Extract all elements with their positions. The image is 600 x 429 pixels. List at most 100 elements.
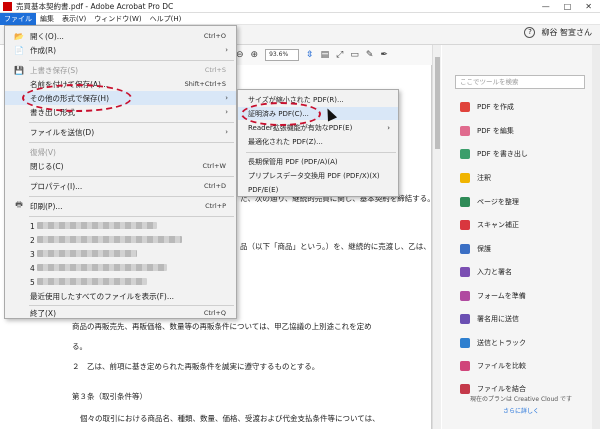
save-icon: 💾 bbox=[14, 65, 24, 75]
menu-window[interactable]: ウィンドウ(W) bbox=[90, 13, 145, 25]
comment-icon[interactable]: ▭ bbox=[350, 50, 359, 60]
recent-file-3[interactable]: 3 bbox=[5, 247, 236, 261]
chevron-right-icon: › bbox=[225, 94, 228, 102]
recent-file-2[interactable]: 2 bbox=[5, 233, 236, 247]
sign-icon[interactable]: ✒ bbox=[380, 50, 388, 60]
tool-item[interactable]: 送信とトラック bbox=[460, 338, 526, 348]
tool-label: スキャン補正 bbox=[477, 221, 519, 229]
tool-search-input[interactable]: ここでツールを検索 bbox=[455, 75, 585, 89]
tool-item[interactable]: ページを整理 bbox=[460, 197, 519, 207]
close-button[interactable]: ✕ bbox=[585, 2, 592, 11]
chevron-right-icon: › bbox=[225, 46, 228, 54]
menu-view[interactable]: 表示(V) bbox=[58, 13, 90, 25]
tool-label: 署名用に送信 bbox=[477, 315, 519, 323]
recent-file-4[interactable]: 4 bbox=[5, 261, 236, 275]
tool-label: ページを整理 bbox=[477, 198, 519, 206]
page-toolbar: ⊖ ⊕ 93.6% ⇳ ▤ ⤢ ▭ ✎ ✒ bbox=[236, 45, 441, 65]
menu-help[interactable]: ヘルプ(H) bbox=[146, 13, 186, 25]
tool-icon bbox=[460, 267, 470, 277]
doc-line: 商品の再販売先、再販価格、数量等の再販条件については、甲乙協議の上別途これを定め bbox=[72, 322, 372, 331]
scroll-thumb[interactable] bbox=[435, 57, 440, 149]
tool-icon bbox=[460, 102, 470, 112]
tool-label: フォームを準備 bbox=[477, 292, 526, 300]
tool-item[interactable]: ファイルを比較 bbox=[460, 361, 526, 371]
chevron-right-icon: › bbox=[225, 128, 228, 136]
tool-icon bbox=[460, 220, 470, 230]
menu-item-revert[interactable]: 復帰(V) bbox=[5, 145, 236, 159]
chevron-right-icon: › bbox=[387, 123, 390, 132]
menu-item-print[interactable]: 🖶 印刷(P)... Ctrl+P bbox=[5, 199, 236, 213]
menu-file[interactable]: ファイル bbox=[0, 12, 36, 25]
menu-item-exit[interactable]: 終了(X) Ctrl+Q bbox=[5, 306, 236, 320]
document-scrollbar[interactable] bbox=[432, 45, 441, 429]
tool-icon bbox=[460, 291, 470, 301]
folder-open-icon: 📂 bbox=[14, 31, 24, 41]
tool-item[interactable]: PDF を作成 bbox=[460, 102, 514, 112]
tool-label: PDF を作成 bbox=[477, 103, 514, 111]
menu-item-show-all-recent[interactable]: 最近使用したすべてのファイルを表示(F)... bbox=[5, 289, 236, 303]
file-menu: 📂 開く(O)... Ctrl+O 📄 作成(R) › 💾 上書き保存(S) Ctrl+S … bbox=[4, 25, 237, 319]
panel-scrollbar[interactable] bbox=[592, 45, 600, 429]
title-bar: 売買基本契約書.pdf - Adobe Acrobat Pro DC — □ ✕ bbox=[0, 0, 600, 13]
menu-edit[interactable]: 編集 bbox=[36, 13, 58, 25]
doc-line: 第３条（取引条件等） bbox=[72, 392, 147, 401]
menu-item-properties[interactable]: プロパティ(I)... Ctrl+D bbox=[5, 179, 236, 193]
learn-more-link[interactable]: さらに詳しく bbox=[450, 406, 592, 415]
annotation-ellipse bbox=[22, 84, 132, 112]
tool-label: PDF を書き出し bbox=[477, 150, 528, 158]
tool-label: 入力と署名 bbox=[477, 268, 512, 276]
tool-item[interactable]: PDF を書き出し bbox=[460, 149, 528, 159]
tool-label: 送信とトラック bbox=[477, 339, 526, 347]
tool-icon bbox=[460, 197, 470, 207]
tool-item[interactable]: スキャン補正 bbox=[460, 220, 519, 230]
menu-item-open[interactable]: 📂 開く(O)... Ctrl+O bbox=[5, 29, 236, 43]
recent-file-1[interactable]: 1 bbox=[5, 219, 236, 233]
fit-width-icon[interactable]: ⤢ bbox=[336, 50, 343, 60]
menu-item-close[interactable]: 閉じる(C) Ctrl+W bbox=[5, 159, 236, 173]
tool-item[interactable]: 注釈 bbox=[460, 173, 491, 183]
menu-item-send-file[interactable]: ファイルを送信(D) › bbox=[5, 125, 236, 139]
doc-line: 品（以下「商品」という。）を、継続的に売渡し、乙は、 bbox=[240, 242, 431, 251]
blurred-filename bbox=[37, 277, 148, 285]
tool-icon bbox=[460, 126, 470, 136]
blurred-filename bbox=[37, 263, 168, 271]
submenu-item-pdfe[interactable]: PDF/E(E) bbox=[238, 183, 398, 196]
submenu-item-optimized[interactable]: 最適化された PDF(Z)... bbox=[238, 135, 398, 148]
zoom-in-icon[interactable]: ⊕ bbox=[251, 50, 259, 60]
tool-icon bbox=[460, 244, 470, 254]
scroll-mode-icon[interactable]: ▤ bbox=[321, 50, 330, 60]
blurred-filename bbox=[37, 235, 183, 243]
blurred-filename bbox=[37, 221, 158, 229]
fit-page-icon[interactable]: ⇳ bbox=[306, 50, 314, 60]
recent-file-5[interactable]: 5 bbox=[5, 275, 236, 289]
tool-item[interactable]: 入力と署名 bbox=[460, 267, 512, 277]
help-icon[interactable]: ? bbox=[524, 27, 536, 38]
highlight-pen-icon[interactable]: ✎ bbox=[366, 50, 374, 60]
zoom-out-icon[interactable]: ⊖ bbox=[236, 50, 244, 60]
tool-item[interactable]: PDF を編集 bbox=[460, 126, 514, 136]
tool-icon bbox=[460, 361, 470, 371]
tool-item[interactable]: フォームを準備 bbox=[460, 291, 526, 301]
chevron-right-icon: › bbox=[225, 108, 228, 116]
user-name[interactable]: 柳谷 智宣さん bbox=[541, 27, 592, 38]
menu-item-create[interactable]: 📄 作成(R) › bbox=[5, 43, 236, 57]
tool-item[interactable]: 署名用に送信 bbox=[460, 314, 519, 324]
tool-item[interactable]: 保護 bbox=[460, 244, 491, 254]
zoom-level[interactable]: 93.6% bbox=[265, 49, 300, 61]
maximize-button[interactable]: □ bbox=[564, 2, 572, 11]
doc-line: 個々の取引における商品名、種類、数量、価格、受渡および代金支払条件等については、 bbox=[80, 414, 380, 423]
menu-bar: ファイル 編集 表示(V) ウィンドウ(W) ヘルプ(H) bbox=[0, 12, 600, 25]
submenu-item-pdfa[interactable]: 長期保管用 PDF (PDF/A)(A) bbox=[238, 155, 398, 168]
plan-note: 現在のプランは Creative Cloud です bbox=[469, 396, 572, 403]
menu-item-save[interactable]: 💾 上書き保存(S) Ctrl+S bbox=[5, 63, 236, 77]
tool-icon bbox=[460, 384, 470, 394]
tool-label: ファイルを比較 bbox=[477, 362, 526, 370]
blurred-filename bbox=[37, 249, 138, 257]
doc-line: る。 bbox=[72, 342, 87, 351]
submenu-item-pdfx[interactable]: プリプレスデータ交換用 PDF (PDF/X)(X) bbox=[238, 169, 398, 182]
tool-item[interactable]: ファイルを結合 bbox=[460, 384, 526, 394]
minimize-button[interactable]: — bbox=[542, 2, 550, 11]
tool-label: 保護 bbox=[477, 245, 491, 253]
annotation-ellipse bbox=[241, 102, 321, 126]
tool-label: PDF を編集 bbox=[477, 127, 514, 135]
